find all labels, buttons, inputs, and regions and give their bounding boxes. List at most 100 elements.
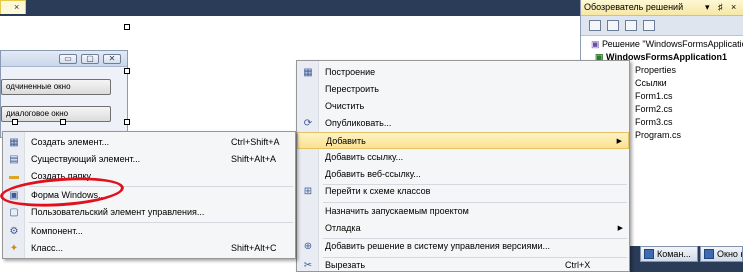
menu-item-label: Отладка: [325, 223, 361, 233]
tab-immediate-window[interactable]: Окно к: [700, 246, 743, 262]
publish-icon: ⟳: [303, 118, 313, 129]
view-class-diagram-icon[interactable]: [643, 20, 655, 31]
user-control-icon: ▢: [9, 207, 19, 218]
menu-item-shortcut: Shift+Alt+A: [231, 154, 277, 164]
new-item-icon: ▦: [9, 137, 19, 148]
menu-item-label: Пользовательский элемент управления...: [31, 207, 205, 217]
build-icon: ▦: [303, 67, 313, 78]
menu-item-label: Добавить ссылку...: [325, 152, 404, 162]
submenu-arrow-icon: ▶: [617, 225, 623, 232]
source-control-icon: ⊕: [303, 241, 313, 252]
resize-handle-bottom-right[interactable]: [124, 119, 130, 125]
close-form-icon: ✕: [103, 54, 121, 64]
existing-item-icon: ▤: [9, 154, 19, 165]
tree-item-references[interactable]: Ссылки: [635, 77, 667, 90]
menu-item-class[interactable]: ✦ Класс... Shift+Alt+C: [3, 240, 295, 257]
menu-item-rebuild[interactable]: Перестроить: [297, 81, 629, 98]
class-diagram-icon: ⊞: [303, 186, 313, 197]
resize-handle-bottom[interactable]: [60, 119, 66, 125]
tree-item-label: Form1.cs: [635, 91, 673, 101]
menu-item-build[interactable]: ▦ Построение: [297, 64, 629, 81]
menu-item-label: Компонент...: [31, 226, 83, 236]
menu-item-view-class-diagram[interactable]: ⊞ Перейти к схеме классов: [297, 183, 629, 200]
minimize-icon: ▭: [59, 54, 77, 64]
command-window-icon: [644, 249, 654, 259]
menu-item-new-folder[interactable]: ▬ Создать папку: [3, 168, 295, 185]
tab-command-window[interactable]: Коман...: [640, 246, 698, 262]
menu-item-label: Перейти к схеме классов: [325, 186, 431, 196]
tree-item-label: Form2.cs: [635, 104, 673, 114]
pin-icon[interactable]: ♯: [718, 0, 723, 15]
solution-explorer-header: Обозреватель решений ▾ ♯ ×: [581, 0, 743, 16]
windows-form-icon: ▣: [9, 190, 19, 201]
menu-item-label: Построение: [325, 67, 376, 77]
panel-dropdown-icon[interactable]: ▾: [705, 0, 710, 15]
tree-item-label: Program.cs: [635, 130, 682, 140]
add-submenu: ▦ Создать элемент... Ctrl+Shift+A ▤ Суще…: [2, 131, 296, 259]
menu-item-label: Опубликовать...: [325, 118, 392, 128]
menu-item-label: Добавить решение в систему управления ве…: [325, 241, 551, 251]
tab-label: Окно к: [717, 249, 743, 259]
resize-handle-right[interactable]: [124, 68, 130, 74]
component-icon: ⚙: [9, 226, 19, 237]
tree-item-label: Ссылки: [635, 78, 667, 88]
menu-item-new-item[interactable]: ▦ Создать элемент... Ctrl+Shift+A: [3, 134, 295, 151]
menu-item-label: Назначить запускаемым проектом: [325, 206, 469, 216]
menu-item-label: Перестроить: [325, 84, 379, 94]
menu-item-windows-form[interactable]: ▣ Форма Windows...: [3, 187, 295, 204]
menu-item-shortcut: Shift+Alt+C: [231, 243, 277, 253]
maximize-icon: ▢: [81, 54, 99, 64]
tree-item-form1[interactable]: Form1.cs: [635, 90, 673, 103]
menu-item-label: Очистить: [325, 101, 365, 111]
menu-item-debug[interactable]: Отладка ▶: [297, 220, 629, 237]
show-all-files-icon[interactable]: [607, 20, 619, 31]
menu-item-label: Вырезать: [325, 260, 366, 270]
tree-item-label: Properties: [635, 65, 677, 75]
menu-item-add-reference[interactable]: Добавить ссылку...: [297, 149, 629, 166]
menu-item-existing-item[interactable]: ▤ Существующий элемент... Shift+Alt+A: [3, 151, 295, 168]
menu-item-cut[interactable]: ✂ Вырезать Ctrl+X: [297, 257, 629, 272]
class-icon: ✦: [9, 243, 19, 254]
tree-item-solution[interactable]: ▣ Решение "WindowsFormsApplication: [591, 38, 743, 51]
menu-item-label: Класс...: [31, 243, 64, 253]
solution-icon: ▣: [591, 39, 600, 49]
menu-item-label: Создать элемент...: [31, 137, 110, 147]
cut-icon: ✂: [303, 260, 313, 271]
menu-item-label: Создать папку: [31, 171, 91, 181]
menu-item-user-control[interactable]: ▢ Пользовательский элемент управления...: [3, 204, 295, 221]
designer-tab-close[interactable]: ×: [0, 0, 26, 14]
menu-item-label: Добавить веб-ссылку...: [325, 169, 421, 179]
menu-item-add-web-reference[interactable]: Добавить веб-ссылку...: [297, 166, 629, 183]
menu-item-label: Добавить: [326, 136, 366, 146]
folder-icon: ▬: [9, 171, 19, 182]
tree-item-properties[interactable]: Properties: [635, 64, 676, 77]
solution-explorer-toolbar: [581, 16, 743, 36]
resize-handle-top-right[interactable]: [124, 24, 130, 30]
refresh-icon[interactable]: [625, 20, 637, 31]
submenu-arrow-icon: ▶: [616, 138, 622, 145]
project-context-menu: ▦ Построение Перестроить Очистить ⟳ Опуб…: [296, 60, 630, 272]
properties-tool-icon[interactable]: [589, 20, 601, 31]
designed-form-titlebar: ▭ ▢ ✕: [1, 51, 127, 67]
menu-item-label: Форма Windows...: [31, 190, 106, 200]
solution-explorer-title: Обозреватель решений: [584, 2, 684, 12]
tree-item-form2[interactable]: Form2.cs: [635, 103, 673, 116]
bottom-tool-tabs: Коман... Окно к: [630, 246, 743, 272]
menu-item-clean[interactable]: Очистить: [297, 98, 629, 115]
window-icon: [704, 249, 714, 259]
menu-item-publish[interactable]: ⟳ Опубликовать...: [297, 115, 629, 132]
tree-item-label: Решение "WindowsFormsApplication: [602, 39, 743, 49]
menu-item-add[interactable]: Добавить ▶: [297, 132, 629, 149]
menu-item-component[interactable]: ⚙ Компонент...: [3, 223, 295, 240]
menu-item-add-to-source-control[interactable]: ⊕ Добавить решение в систему управления …: [297, 238, 629, 255]
close-panel-icon[interactable]: ×: [731, 0, 736, 15]
menu-item-shortcut: Ctrl+X: [565, 260, 591, 270]
tree-item-form3[interactable]: Form3.cs: [635, 116, 673, 129]
resize-handle-bottom-left[interactable]: [12, 119, 18, 125]
open-child-window-button[interactable]: одчиненные окно: [1, 79, 111, 95]
tree-item-program[interactable]: Program.cs: [635, 129, 681, 142]
menu-item-set-startup-project[interactable]: Назначить запускаемым проектом: [297, 203, 629, 220]
close-icon[interactable]: ×: [14, 2, 19, 12]
tab-label: Коман...: [657, 249, 691, 259]
menu-item-label: Существующий элемент...: [31, 154, 141, 164]
